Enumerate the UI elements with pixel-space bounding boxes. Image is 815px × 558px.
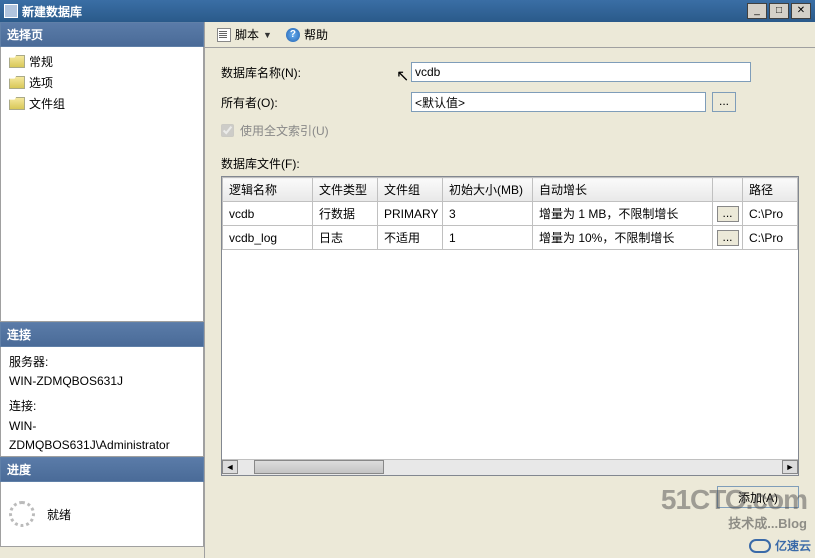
cell-growth[interactable]: 增量为 10%，不限制增长 [533,226,713,250]
page-icon [9,76,25,89]
cell-size[interactable]: 3 [443,202,533,226]
col-path[interactable]: 路径 [743,178,798,202]
dropdown-arrow-icon: ▼ [263,30,272,40]
cell-path[interactable]: C:\Pro [743,202,798,226]
cell-name[interactable]: vcdb [223,202,313,226]
app-icon [4,4,18,18]
script-button[interactable]: 脚本 ▼ [211,24,278,45]
growth-edit-button[interactable]: ... [717,206,739,222]
window-title: 新建数据库 [22,3,745,20]
cell-growth[interactable]: 增量为 1 MB，不限制增长 [533,202,713,226]
col-file-type[interactable]: 文件类型 [313,178,378,202]
connection-panel: 服务器: WIN-ZDMQBOS631J 连接: WIN-ZDMQBOS631J… [0,347,204,457]
page-icon [9,55,25,68]
right-content: 脚本 ▼ ? 帮助 数据库名称(N): 所有者(O): ... [205,22,815,558]
left-panel: 选择页 常规 选项 文件组 连接 服务器: WIN-ZDMQBOS631J 连接… [0,22,205,558]
col-autogrowth-btn[interactable] [713,178,743,202]
maximize-button[interactable]: □ [769,3,789,19]
cell-size[interactable]: 1 [443,226,533,250]
toolbar: 脚本 ▼ ? 帮助 [205,22,815,48]
growth-edit-button[interactable]: ... [717,230,739,246]
close-button[interactable]: ✕ [791,3,811,19]
owner-input[interactable] [411,92,706,112]
col-autogrowth[interactable]: 自动增长 [533,178,713,202]
help-label: 帮助 [304,26,328,43]
help-icon: ? [286,28,300,42]
scroll-thumb[interactable] [254,460,384,474]
db-files-label: 数据库文件(F): [221,155,799,172]
connection-header: 连接 [0,322,204,347]
scroll-left-arrow-icon[interactable]: ◄ [222,460,238,474]
page-icon [9,97,25,110]
col-initial-size[interactable]: 初始大小(MB) [443,178,533,202]
nav-label: 文件组 [29,95,65,112]
table-row[interactable]: vcdb 行数据 PRIMARY 3 增量为 1 MB，不限制增长 ... C:… [223,202,798,226]
progress-header: 进度 [0,457,204,482]
progress-panel: 就绪 [0,482,204,547]
watermark-blog: 技术成...Blog [728,513,807,532]
page-list: 常规 选项 文件组 [0,47,204,322]
script-icon [217,28,231,42]
cell-name[interactable]: vcdb_log [223,226,313,250]
scroll-right-arrow-icon[interactable]: ► [782,460,798,474]
minimize-button[interactable]: _ [747,3,767,19]
owner-browse-button[interactable]: ... [712,92,736,112]
connection-label: 连接: [9,397,195,416]
table-row[interactable]: vcdb_log 日志 不适用 1 增量为 10%，不限制增长 ... C:\P… [223,226,798,250]
fulltext-checkbox [221,124,234,137]
cell-type[interactable]: 行数据 [313,202,378,226]
watermark-51cto: 51CTO.com [661,484,807,516]
help-button[interactable]: ? 帮助 [280,24,334,45]
nav-label: 选项 [29,74,53,91]
server-value: WIN-ZDMQBOS631J [9,372,195,391]
select-page-header: 选择页 [0,22,204,47]
cell-group[interactable]: PRIMARY [378,202,443,226]
db-name-input[interactable] [411,62,751,82]
db-name-label: 数据库名称(N): [221,64,411,81]
db-files-grid[interactable]: 逻辑名称 文件类型 文件组 初始大小(MB) 自动增长 路径 vcdb 行数据 … [221,176,799,476]
nav-item-general[interactable]: 常规 [5,51,199,72]
connection-value: WIN-ZDMQBOS631J\Administrator [9,417,195,455]
watermark-yisuyun: 亿速云 [749,537,811,554]
nav-item-filegroups[interactable]: 文件组 [5,93,199,114]
spinner-icon [9,501,35,527]
cloud-icon [749,539,771,553]
horizontal-scrollbar[interactable]: ◄ ► [222,459,798,475]
owner-label: 所有者(O): [221,94,411,111]
window-titlebar: 新建数据库 _ □ ✕ [0,0,815,22]
col-filegroup[interactable]: 文件组 [378,178,443,202]
cell-path[interactable]: C:\Pro [743,226,798,250]
nav-label: 常规 [29,53,53,70]
col-logical-name[interactable]: 逻辑名称 [223,178,313,202]
fulltext-label: 使用全文索引(U) [240,122,329,139]
script-label: 脚本 [235,26,259,43]
server-label: 服务器: [9,353,195,372]
cell-type[interactable]: 日志 [313,226,378,250]
cell-group[interactable]: 不适用 [378,226,443,250]
nav-item-options[interactable]: 选项 [5,72,199,93]
progress-status: 就绪 [47,506,71,523]
